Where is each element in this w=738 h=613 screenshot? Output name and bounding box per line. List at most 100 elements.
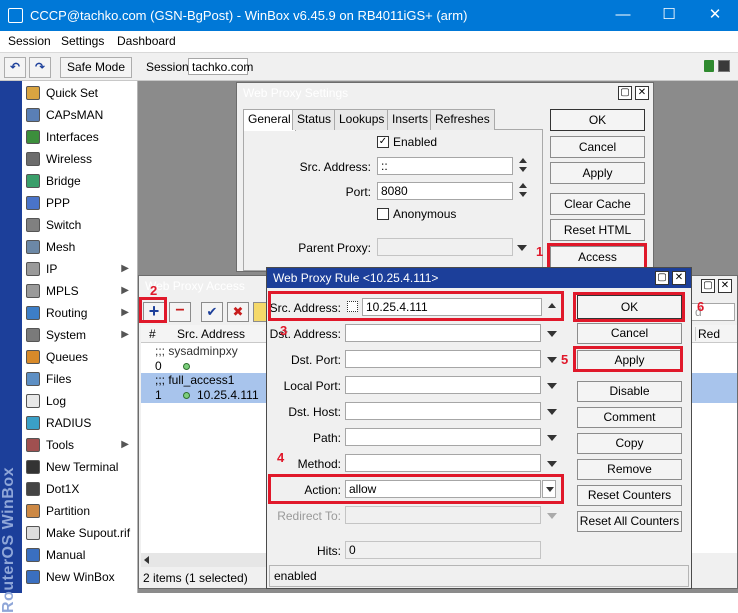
rule-reset-all-counters-button[interactable]: Reset All Counters xyxy=(577,511,682,532)
scroll-left-icon[interactable] xyxy=(144,556,149,564)
rule-reset-counters-button[interactable]: Reset Counters xyxy=(577,485,682,506)
sidebar-item-interfaces[interactable]: Interfaces xyxy=(22,126,137,148)
rule-method-dropdown-icon[interactable] xyxy=(547,461,557,467)
menu-dashboard[interactable]: Dashboard xyxy=(117,34,176,48)
table-row-selected[interactable]: 1 10.25.4.111 xyxy=(147,388,275,403)
rule-hits-label: Hits: xyxy=(317,544,341,558)
anonymous-checkbox[interactable] xyxy=(377,208,389,220)
sidebar-item-partition[interactable]: Partition xyxy=(22,500,137,522)
sidebar-item-label: Queues xyxy=(46,350,89,364)
sidebar-item-queues[interactable]: Queues xyxy=(22,346,137,368)
sidebar-item-switch[interactable]: Switch xyxy=(22,214,137,236)
rule-remove-button[interactable]: Remove xyxy=(577,459,682,480)
reset-html-button[interactable]: Reset HTML xyxy=(550,219,645,241)
rule-local-port-dropdown-icon[interactable] xyxy=(547,383,557,389)
enable-icon[interactable]: ✔ xyxy=(201,302,223,322)
rule-disable-button[interactable]: Disable xyxy=(577,381,682,402)
tab-general[interactable]: General xyxy=(243,109,296,131)
rule-local-port-input[interactable] xyxy=(345,376,541,394)
web-proxy-settings-title[interactable]: Web Proxy Settings xyxy=(237,83,653,103)
sidebar-item-log[interactable]: Log xyxy=(22,390,137,412)
tab-inserts[interactable]: Inserts xyxy=(387,109,434,130)
restore-icon[interactable]: ▢ xyxy=(618,86,632,100)
sidebar-item-system[interactable]: System ▶ xyxy=(22,324,137,346)
clear-cache-button[interactable]: Clear Cache xyxy=(550,193,645,215)
rule-close-icon[interactable]: ✕ xyxy=(672,271,686,285)
settings-cancel-button[interactable]: Cancel xyxy=(550,136,645,158)
undo-button[interactable]: ↶ xyxy=(4,57,26,78)
disable-icon[interactable]: ✖ xyxy=(227,302,249,322)
rule-dst-port-input[interactable] xyxy=(345,350,541,368)
menu-session[interactable]: Session xyxy=(8,34,51,48)
access-close-icon[interactable]: ✕ xyxy=(718,279,732,293)
window-title-bar[interactable]: CCCP@tachko.com (GSN-BgPost) - WinBox v6… xyxy=(0,0,738,31)
rule-path-dropdown-icon[interactable] xyxy=(547,435,557,441)
sidebar-item-ppp[interactable]: PPP xyxy=(22,192,137,214)
sidebar-item-make-supout-rif[interactable]: Make Supout.rif xyxy=(22,522,137,544)
minimize-button[interactable]: — xyxy=(600,0,646,31)
rule-cancel-button[interactable]: Cancel xyxy=(577,323,682,344)
sidebar-item-tools[interactable]: Tools ▶ xyxy=(22,434,137,456)
rule-dst-address-input[interactable] xyxy=(345,324,541,342)
port-down-icon[interactable] xyxy=(519,192,527,197)
sidebar-item-mpls[interactable]: MPLS ▶ xyxy=(22,280,137,302)
rule-comment-button[interactable]: Comment xyxy=(577,407,682,428)
safe-mode-button[interactable]: Safe Mode xyxy=(60,57,132,78)
rule-copy-button[interactable]: Copy xyxy=(577,433,682,454)
horizontal-scrollbar[interactable] xyxy=(141,553,271,567)
rule-dst-host-input[interactable] xyxy=(345,402,541,420)
session-field[interactable]: tachko.com xyxy=(188,58,253,75)
parent-proxy-dropdown-icon[interactable] xyxy=(517,245,527,251)
menu-settings[interactable]: Settings xyxy=(61,34,104,48)
settings-ok-button[interactable]: OK xyxy=(550,109,645,131)
interfaces-icon xyxy=(26,130,40,144)
column-header-num[interactable]: # xyxy=(149,327,156,341)
sidebar-item-bridge[interactable]: Bridge xyxy=(22,170,137,192)
tab-lookups[interactable]: Lookups xyxy=(334,109,390,130)
src-address-input[interactable]: :: xyxy=(377,157,513,175)
close-icon[interactable]: ✕ xyxy=(635,86,649,100)
sidebar-item-dot1x[interactable]: Dot1X xyxy=(22,478,137,500)
sidebar-item-files[interactable]: Files xyxy=(22,368,137,390)
rule-dst-address-dropdown-icon[interactable] xyxy=(547,331,557,337)
column-header-src-address[interactable]: Src. Address xyxy=(177,327,245,341)
sidebar-item-manual[interactable]: Manual xyxy=(22,544,137,566)
port-up-icon[interactable] xyxy=(519,183,527,188)
comment-icon[interactable] xyxy=(253,302,267,322)
enabled-checkbox[interactable]: ✓ xyxy=(377,136,389,148)
sidebar-item-new-terminal[interactable]: New Terminal xyxy=(22,456,137,478)
close-button[interactable]: ✕ xyxy=(692,0,738,31)
remove-icon[interactable]: − xyxy=(169,302,191,322)
tab-status[interactable]: Status xyxy=(292,109,337,130)
sidebar-item-routing[interactable]: Routing ▶ xyxy=(22,302,137,324)
rule-restore-icon[interactable]: ▢ xyxy=(655,271,669,285)
table-row[interactable]: 0 xyxy=(147,359,275,374)
maximize-button[interactable]: ☐ xyxy=(646,0,692,31)
rule-path-input[interactable] xyxy=(345,428,541,446)
access-restore-icon[interactable]: ▢ xyxy=(701,279,715,293)
src-address-up-icon[interactable] xyxy=(519,158,527,163)
sidebar-item-quick-set[interactable]: Quick Set xyxy=(22,82,137,104)
rule-method-input[interactable] xyxy=(345,454,541,472)
sidebar-item-radius[interactable]: RADIUS xyxy=(22,412,137,434)
sidebar-item-new-winbox[interactable]: New WinBox xyxy=(22,566,137,588)
web-proxy-rule-title[interactable]: Web Proxy Rule <10.25.4.111> xyxy=(267,268,691,288)
sidebar-item-ip[interactable]: IP ▶ xyxy=(22,258,137,280)
table-row-comment-selected[interactable]: ;;; full_access1 xyxy=(155,373,283,388)
rule-dst-port-dropdown-icon[interactable] xyxy=(547,357,557,363)
rule-redirect-input[interactable] xyxy=(345,506,541,524)
rule-redirect-dropdown-icon[interactable] xyxy=(547,513,557,519)
sidebar-item-capsman[interactable]: CAPsMAN xyxy=(22,104,137,126)
sidebar-item-mesh[interactable]: Mesh xyxy=(22,236,137,258)
settings-apply-button[interactable]: Apply xyxy=(550,162,645,184)
tab-refreshes[interactable]: Refreshes xyxy=(430,109,495,130)
table-row-comment[interactable]: ;;; sysadminpxy xyxy=(155,344,283,359)
sidebar-item-wireless[interactable]: Wireless xyxy=(22,148,137,170)
parent-proxy-input[interactable] xyxy=(377,238,513,256)
port-input[interactable]: 8080 xyxy=(377,182,513,200)
sidebar-item-label: Tools xyxy=(46,438,75,452)
redo-button[interactable]: ↷ xyxy=(29,57,51,78)
rule-dst-host-dropdown-icon[interactable] xyxy=(547,409,557,415)
src-address-down-icon[interactable] xyxy=(519,167,527,172)
column-header-redirect[interactable]: Red xyxy=(695,327,720,341)
